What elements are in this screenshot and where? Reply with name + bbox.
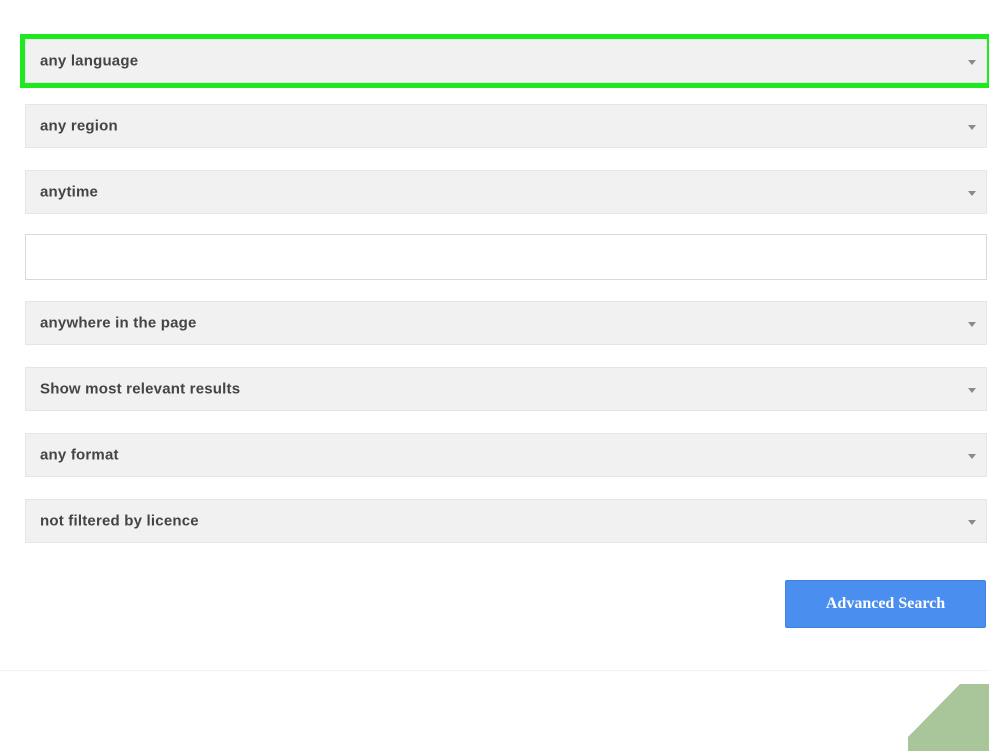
safe-search-dropdown[interactable]: Show most relevant results [25, 367, 987, 411]
corner-decoration-shape [908, 684, 989, 751]
chevron-down-icon [968, 322, 976, 327]
chevron-down-icon [968, 388, 976, 393]
chevron-down-icon [968, 191, 976, 196]
usage-rights-dropdown[interactable]: not filtered by licence [25, 499, 987, 543]
language-dropdown[interactable]: any language [20, 34, 989, 88]
safe-search-selected-value: Show most relevant results [40, 380, 241, 398]
advanced-search-button[interactable]: Advanced Search [785, 580, 986, 628]
language-selected-value: any language [40, 52, 139, 70]
terms-appearing-dropdown[interactable]: anywhere in the page [25, 301, 987, 345]
region-dropdown[interactable]: any region [25, 104, 987, 148]
file-type-dropdown[interactable]: any format [25, 433, 987, 477]
last-update-selected-value: anytime [40, 183, 99, 201]
site-or-domain-input[interactable] [25, 234, 987, 280]
divider [0, 670, 989, 671]
file-type-selected-value: any format [40, 446, 119, 464]
usage-rights-selected-value: not filtered by licence [40, 512, 199, 530]
chevron-down-icon [968, 60, 976, 65]
chevron-down-icon [968, 125, 976, 130]
chevron-down-icon [968, 454, 976, 459]
chevron-down-icon [968, 520, 976, 525]
region-selected-value: any region [40, 117, 118, 135]
last-update-dropdown[interactable]: anytime [25, 170, 987, 214]
terms-appearing-selected-value: anywhere in the page [40, 314, 197, 332]
